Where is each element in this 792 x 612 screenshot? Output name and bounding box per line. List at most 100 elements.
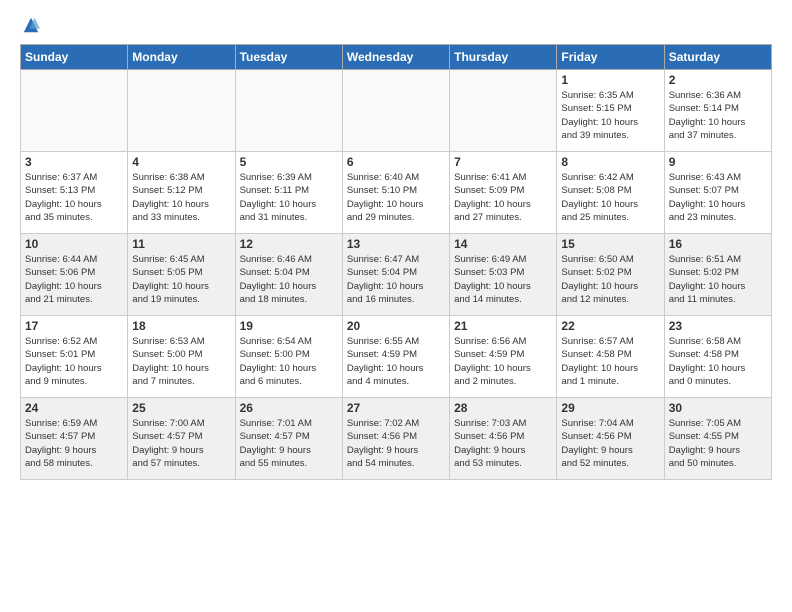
day-number: 28	[454, 401, 552, 415]
calendar-cell: 1 Sunrise: 6:35 AM Sunset: 5:15 PM Daylig…	[557, 70, 664, 152]
calendar-cell: 8 Sunrise: 6:42 AM Sunset: 5:08 PM Daylig…	[557, 152, 664, 234]
day-number: 21	[454, 319, 552, 333]
day-number: 26	[240, 401, 338, 415]
calendar-week-row: 3 Sunrise: 6:37 AM Sunset: 5:13 PM Daylig…	[21, 152, 772, 234]
day-info: Sunrise: 6:44 AM Sunset: 5:06 PM Dayligh…	[25, 253, 123, 306]
day-info: Sunrise: 6:36 AM Sunset: 5:14 PM Dayligh…	[669, 89, 767, 142]
calendar-header-row: SundayMondayTuesdayWednesdayThursdayFrid…	[21, 45, 772, 70]
weekday-header: Wednesday	[342, 45, 449, 70]
day-number: 8	[561, 155, 659, 169]
calendar-cell: 6 Sunrise: 6:40 AM Sunset: 5:10 PM Daylig…	[342, 152, 449, 234]
calendar-week-row: 1 Sunrise: 6:35 AM Sunset: 5:15 PM Daylig…	[21, 70, 772, 152]
day-number: 13	[347, 237, 445, 251]
day-info: Sunrise: 6:53 AM Sunset: 5:00 PM Dayligh…	[132, 335, 230, 388]
day-number: 5	[240, 155, 338, 169]
day-number: 23	[669, 319, 767, 333]
logo-icon	[22, 16, 40, 34]
day-number: 25	[132, 401, 230, 415]
day-info: Sunrise: 6:57 AM Sunset: 4:58 PM Dayligh…	[561, 335, 659, 388]
weekday-header: Thursday	[450, 45, 557, 70]
day-number: 1	[561, 73, 659, 87]
calendar-cell: 22 Sunrise: 6:57 AM Sunset: 4:58 PM Dayli…	[557, 316, 664, 398]
day-info: Sunrise: 6:52 AM Sunset: 5:01 PM Dayligh…	[25, 335, 123, 388]
day-info: Sunrise: 6:42 AM Sunset: 5:08 PM Dayligh…	[561, 171, 659, 224]
calendar-cell: 18 Sunrise: 6:53 AM Sunset: 5:00 PM Dayli…	[128, 316, 235, 398]
calendar-cell: 10 Sunrise: 6:44 AM Sunset: 5:06 PM Dayli…	[21, 234, 128, 316]
day-info: Sunrise: 6:49 AM Sunset: 5:03 PM Dayligh…	[454, 253, 552, 306]
calendar-cell: 21 Sunrise: 6:56 AM Sunset: 4:59 PM Dayli…	[450, 316, 557, 398]
day-info: Sunrise: 6:45 AM Sunset: 5:05 PM Dayligh…	[132, 253, 230, 306]
day-info: Sunrise: 6:51 AM Sunset: 5:02 PM Dayligh…	[669, 253, 767, 306]
calendar-cell	[128, 70, 235, 152]
day-info: Sunrise: 6:56 AM Sunset: 4:59 PM Dayligh…	[454, 335, 552, 388]
day-info: Sunrise: 7:02 AM Sunset: 4:56 PM Dayligh…	[347, 417, 445, 470]
day-number: 18	[132, 319, 230, 333]
calendar-cell: 7 Sunrise: 6:41 AM Sunset: 5:09 PM Daylig…	[450, 152, 557, 234]
calendar-cell: 16 Sunrise: 6:51 AM Sunset: 5:02 PM Dayli…	[664, 234, 771, 316]
day-number: 16	[669, 237, 767, 251]
calendar-cell: 17Sunrise: 6:52 AM Sunset: 5:01 PM Dayli…	[21, 316, 128, 398]
day-number: 15	[561, 237, 659, 251]
day-info: Sunrise: 6:43 AM Sunset: 5:07 PM Dayligh…	[669, 171, 767, 224]
day-info: Sunrise: 6:40 AM Sunset: 5:10 PM Dayligh…	[347, 171, 445, 224]
day-number: 14	[454, 237, 552, 251]
weekday-header: Friday	[557, 45, 664, 70]
day-info: Sunrise: 6:58 AM Sunset: 4:58 PM Dayligh…	[669, 335, 767, 388]
day-info: Sunrise: 6:54 AM Sunset: 5:00 PM Dayligh…	[240, 335, 338, 388]
day-info: Sunrise: 7:04 AM Sunset: 4:56 PM Dayligh…	[561, 417, 659, 470]
day-number: 9	[669, 155, 767, 169]
day-info: Sunrise: 6:37 AM Sunset: 5:13 PM Dayligh…	[25, 171, 123, 224]
weekday-header: Tuesday	[235, 45, 342, 70]
day-info: Sunrise: 7:03 AM Sunset: 4:56 PM Dayligh…	[454, 417, 552, 470]
weekday-header: Sunday	[21, 45, 128, 70]
calendar-week-row: 24Sunrise: 6:59 AM Sunset: 4:57 PM Dayli…	[21, 398, 772, 480]
day-number: 7	[454, 155, 552, 169]
calendar-cell: 15 Sunrise: 6:50 AM Sunset: 5:02 PM Dayli…	[557, 234, 664, 316]
day-info: Sunrise: 6:39 AM Sunset: 5:11 PM Dayligh…	[240, 171, 338, 224]
day-number: 30	[669, 401, 767, 415]
calendar-cell: 14 Sunrise: 6:49 AM Sunset: 5:03 PM Dayli…	[450, 234, 557, 316]
day-info: Sunrise: 6:46 AM Sunset: 5:04 PM Dayligh…	[240, 253, 338, 306]
calendar-week-row: 17Sunrise: 6:52 AM Sunset: 5:01 PM Dayli…	[21, 316, 772, 398]
calendar-cell: 20Sunrise: 6:55 AM Sunset: 4:59 PM Dayli…	[342, 316, 449, 398]
day-info: Sunrise: 6:41 AM Sunset: 5:09 PM Dayligh…	[454, 171, 552, 224]
calendar-cell: 4 Sunrise: 6:38 AM Sunset: 5:12 PM Daylig…	[128, 152, 235, 234]
day-info: Sunrise: 6:47 AM Sunset: 5:04 PM Dayligh…	[347, 253, 445, 306]
calendar-cell	[450, 70, 557, 152]
calendar-cell: 25Sunrise: 7:00 AM Sunset: 4:57 PM Dayli…	[128, 398, 235, 480]
weekday-header: Monday	[128, 45, 235, 70]
day-number: 22	[561, 319, 659, 333]
header	[20, 16, 772, 34]
calendar-cell: 2 Sunrise: 6:36 AM Sunset: 5:14 PM Daylig…	[664, 70, 771, 152]
page: SundayMondayTuesdayWednesdayThursdayFrid…	[0, 0, 792, 612]
calendar-cell: 3 Sunrise: 6:37 AM Sunset: 5:13 PM Daylig…	[21, 152, 128, 234]
day-info: Sunrise: 6:38 AM Sunset: 5:12 PM Dayligh…	[132, 171, 230, 224]
day-info: Sunrise: 6:59 AM Sunset: 4:57 PM Dayligh…	[25, 417, 123, 470]
calendar-cell: 5 Sunrise: 6:39 AM Sunset: 5:11 PM Daylig…	[235, 152, 342, 234]
day-number: 2	[669, 73, 767, 87]
calendar-cell: 26 Sunrise: 7:01 AM Sunset: 4:57 PM Dayli…	[235, 398, 342, 480]
day-number: 6	[347, 155, 445, 169]
day-number: 10	[25, 237, 123, 251]
day-number: 20	[347, 319, 445, 333]
day-info: Sunrise: 7:01 AM Sunset: 4:57 PM Dayligh…	[240, 417, 338, 470]
day-info: Sunrise: 6:35 AM Sunset: 5:15 PM Dayligh…	[561, 89, 659, 142]
calendar-cell: 12 Sunrise: 6:46 AM Sunset: 5:04 PM Dayli…	[235, 234, 342, 316]
day-number: 12	[240, 237, 338, 251]
day-info: Sunrise: 6:50 AM Sunset: 5:02 PM Dayligh…	[561, 253, 659, 306]
day-number: 29	[561, 401, 659, 415]
calendar-cell: 9 Sunrise: 6:43 AM Sunset: 5:07 PM Daylig…	[664, 152, 771, 234]
calendar-cell: 29 Sunrise: 7:04 AM Sunset: 4:56 PM Dayli…	[557, 398, 664, 480]
weekday-header: Saturday	[664, 45, 771, 70]
calendar-cell	[21, 70, 128, 152]
calendar-table: SundayMondayTuesdayWednesdayThursdayFrid…	[20, 44, 772, 480]
calendar-cell: 11 Sunrise: 6:45 AM Sunset: 5:05 PM Dayli…	[128, 234, 235, 316]
logo	[20, 16, 40, 34]
calendar-cell	[235, 70, 342, 152]
day-number: 4	[132, 155, 230, 169]
day-number: 3	[25, 155, 123, 169]
calendar-cell	[342, 70, 449, 152]
day-number: 11	[132, 237, 230, 251]
calendar-cell: 13 Sunrise: 6:47 AM Sunset: 5:04 PM Dayli…	[342, 234, 449, 316]
calendar-cell: 19Sunrise: 6:54 AM Sunset: 5:00 PM Dayli…	[235, 316, 342, 398]
